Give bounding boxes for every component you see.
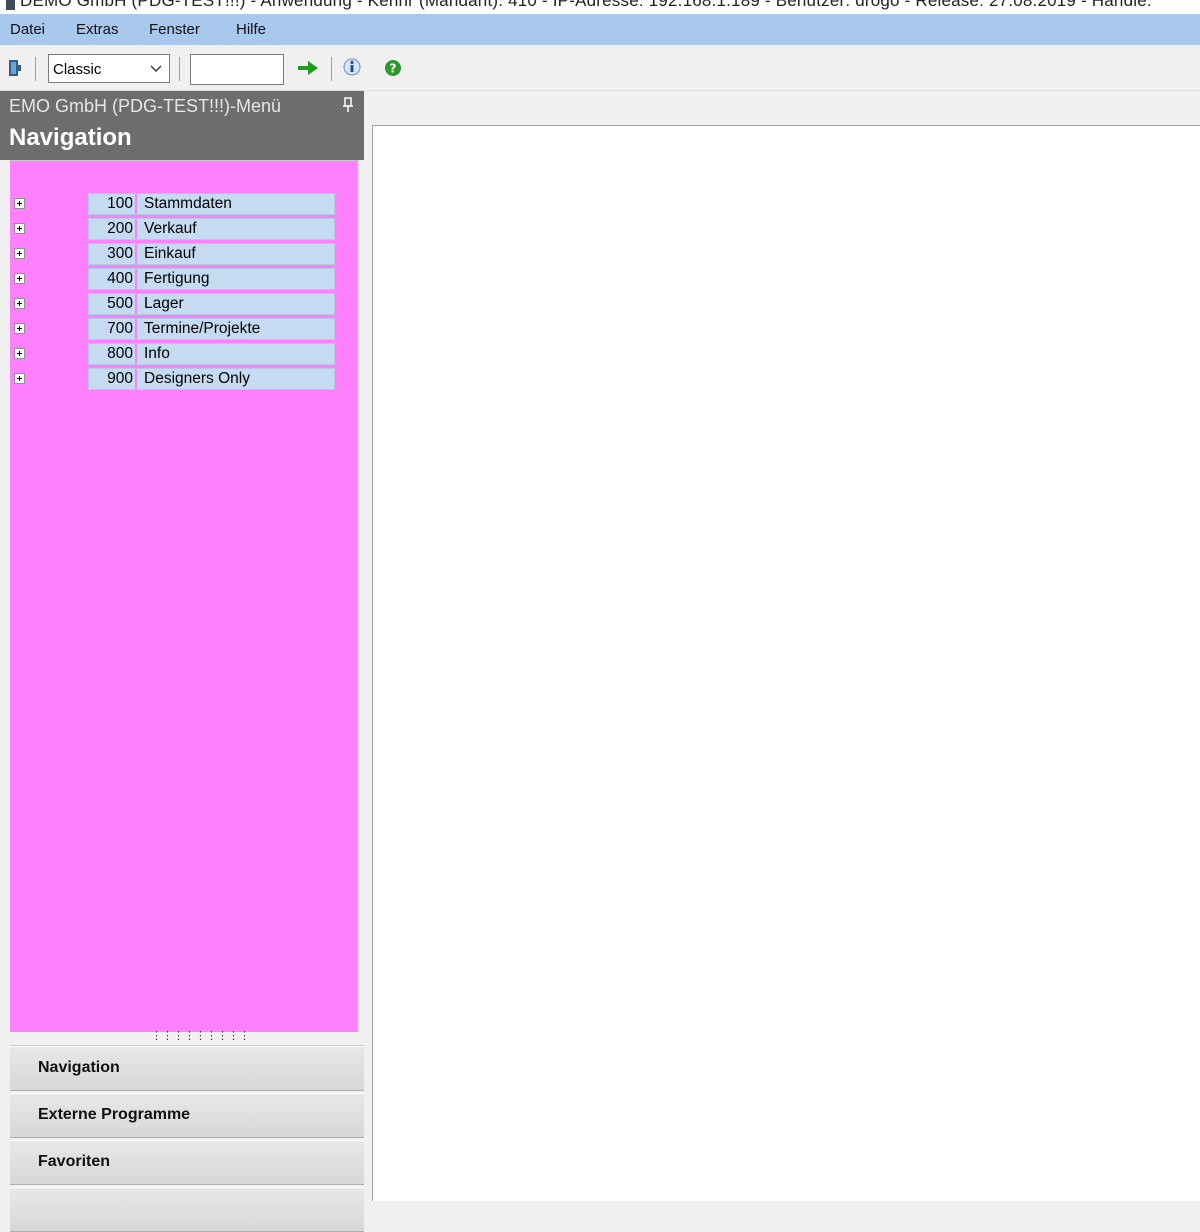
- panel-divider[interactable]: [364, 91, 372, 1200]
- expand-plus-icon[interactable]: [14, 248, 25, 259]
- tree-row[interactable]: 800 Info: [10, 343, 359, 365]
- info-icon[interactable]: [341, 57, 363, 79]
- navigation-header: EMO GmbH (PDG-TEST!!!)-Menü Navigation: [0, 91, 364, 160]
- menu-extras[interactable]: Extras: [76, 21, 119, 38]
- toolbar-separator: [331, 57, 332, 81]
- tree-node-label: Stammdaten: [144, 195, 232, 212]
- tree-node[interactable]: 500 Lager: [88, 293, 335, 315]
- tree-node-number: 300: [89, 244, 137, 264]
- expand-plus-icon[interactable]: [14, 223, 25, 234]
- tree-node-number: 200: [89, 219, 137, 239]
- tree-node-number: 800: [89, 344, 137, 364]
- tree-node[interactable]: 700 Termine/Projekte: [88, 318, 335, 340]
- tree-node-number: 100: [89, 194, 137, 214]
- tree-node-label: Lager: [144, 295, 184, 312]
- panel-splitter[interactable]: ⋮⋮⋮⋮⋮⋮⋮⋮⋮: [10, 1030, 364, 1046]
- tree-node-number: 700: [89, 319, 137, 339]
- expand-plus-icon[interactable]: [14, 323, 25, 334]
- menu-hilfe[interactable]: Hilfe: [236, 21, 266, 38]
- tree-node-label: Fertigung: [144, 270, 210, 287]
- help-icon[interactable]: ?: [382, 57, 404, 79]
- nav-button-more[interactable]: [10, 1187, 364, 1232]
- tree-node[interactable]: 400 Fertigung: [88, 268, 335, 290]
- navigation-caption: EMO GmbH (PDG-TEST!!!)-Menü: [9, 96, 282, 116]
- nav-button-navigation[interactable]: Navigation: [10, 1046, 364, 1091]
- expand-plus-icon[interactable]: [14, 198, 25, 209]
- menu-bar: Datei Extras Fenster Hilfe: [0, 14, 1200, 45]
- tree-node-label: Info: [144, 345, 170, 362]
- tree-node-number: 900: [89, 369, 137, 389]
- tree-node[interactable]: 800 Info: [88, 343, 335, 365]
- expand-plus-icon[interactable]: [14, 298, 25, 309]
- tree-node-label: Einkauf: [144, 245, 196, 262]
- menu-datei[interactable]: Datei: [10, 21, 45, 38]
- tree-node[interactable]: 300 Einkauf: [88, 243, 335, 265]
- tree-row[interactable]: 200 Verkauf: [10, 218, 359, 240]
- tree-node-label: Verkauf: [144, 220, 197, 237]
- svg-text:?: ?: [390, 62, 397, 76]
- tree-row[interactable]: 100 Stammdaten: [10, 193, 359, 215]
- nav-button-label: Externe Programme: [38, 1106, 191, 1123]
- toolbar-separator: [179, 57, 180, 81]
- splitter-grip-icon: ⋮⋮⋮⋮⋮⋮⋮⋮⋮: [151, 1030, 250, 1042]
- command-input[interactable]: [190, 54, 284, 85]
- menu-fenster[interactable]: Fenster: [149, 21, 200, 38]
- tree-node-number: 500: [89, 294, 137, 314]
- tree-node-label: Termine/Projekte: [144, 320, 261, 337]
- go-arrow-icon[interactable]: [297, 57, 319, 79]
- expand-plus-icon[interactable]: [14, 273, 25, 284]
- app-icon: [6, 0, 15, 10]
- expand-plus-icon[interactable]: [14, 373, 25, 384]
- chevron-down-icon: [150, 65, 162, 72]
- tree-node[interactable]: 200 Verkauf: [88, 218, 335, 240]
- main-content-area: [372, 125, 1200, 1201]
- tree-row[interactable]: 700 Termine/Projekte: [10, 318, 359, 340]
- tree-row[interactable]: 400 Fertigung: [10, 268, 359, 290]
- pin-icon[interactable]: [341, 97, 355, 113]
- navigation-heading: Navigation: [9, 124, 132, 151]
- navigation-panel: EMO GmbH (PDG-TEST!!!)-Menü Navigation 1…: [0, 91, 364, 1232]
- nav-button-label: Navigation: [38, 1059, 120, 1076]
- tree-node-number: 400: [89, 269, 137, 289]
- window-title: DEMO GmbH (PDG-TEST!!!) - Anwendung - Ke…: [20, 0, 1152, 10]
- tree-node[interactable]: 100 Stammdaten: [88, 193, 335, 215]
- tree-node[interactable]: 900 Designers Only: [88, 368, 335, 390]
- nav-button-externe-programme[interactable]: Externe Programme: [10, 1093, 364, 1138]
- tree-node-label: Designers Only: [144, 370, 250, 387]
- exit-icon[interactable]: [4, 57, 26, 79]
- tree-row[interactable]: 500 Lager: [10, 293, 359, 315]
- expand-plus-icon[interactable]: [14, 348, 25, 359]
- nav-button-label: Favoriten: [38, 1153, 111, 1170]
- nav-button-favoriten[interactable]: Favoriten: [10, 1140, 364, 1185]
- layout-select[interactable]: Classic: [48, 54, 170, 83]
- tree-row[interactable]: 900 Designers Only: [10, 368, 359, 390]
- navigation-tree: 100 Stammdaten 200 Verkauf 300 Einkauf 4…: [10, 160, 359, 1032]
- layout-select-value: Classic: [53, 61, 102, 78]
- tree-row[interactable]: 300 Einkauf: [10, 243, 359, 265]
- toolbar: Classic ?: [0, 45, 1200, 91]
- toolbar-separator: [35, 57, 36, 81]
- window-title-bar: DEMO GmbH (PDG-TEST!!!) - Anwendung - Ke…: [0, 0, 1200, 14]
